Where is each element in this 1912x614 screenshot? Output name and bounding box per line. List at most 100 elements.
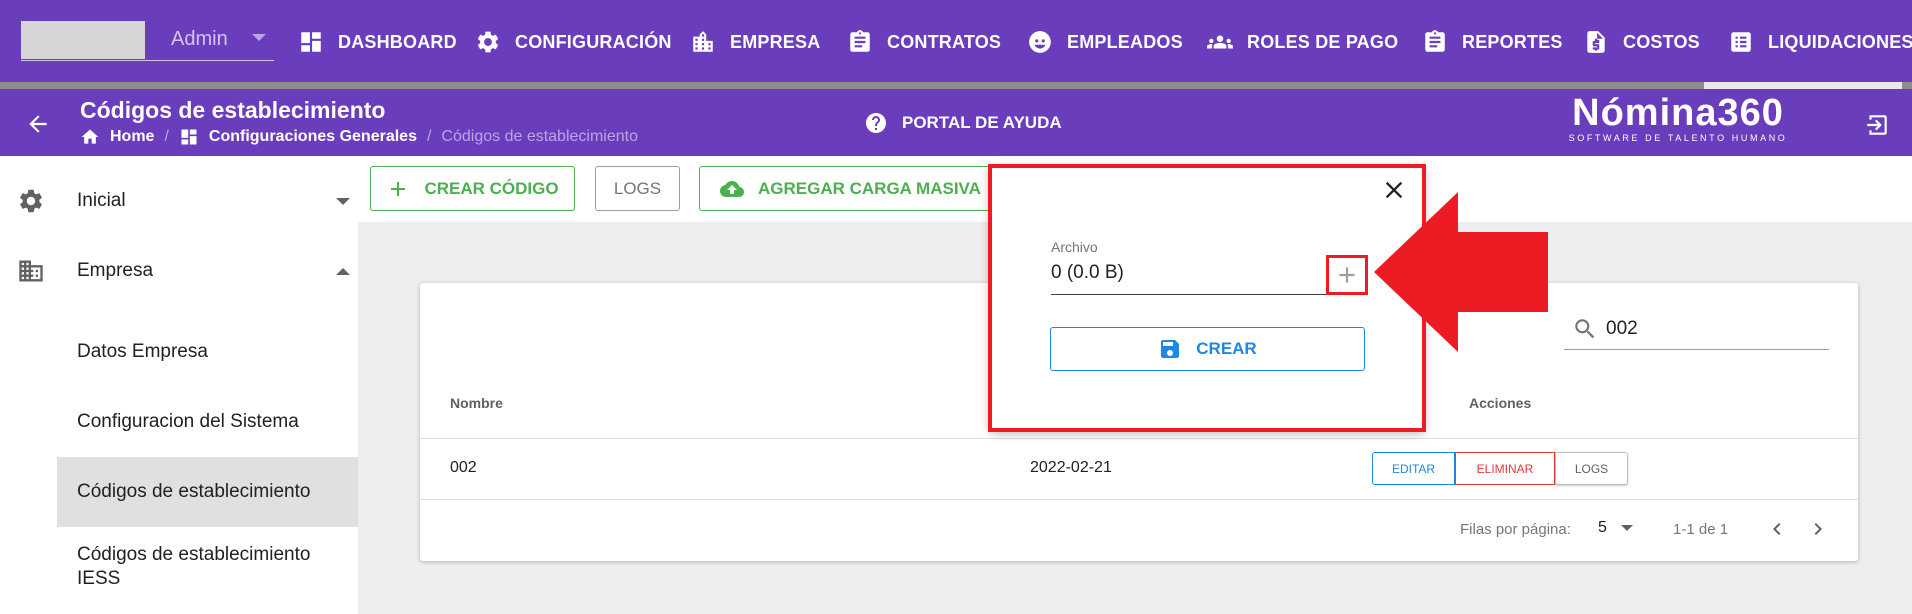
nav-contratos[interactable]: CONTRATOS <box>847 24 1001 60</box>
clipboard-icon <box>850 30 870 52</box>
page-header: Códigos de establecimiento Home / Config… <box>0 89 1912 156</box>
nav-costos[interactable]: COSTOS <box>1583 24 1700 60</box>
sidebar-item-label: Configuracion del Sistema <box>77 411 299 432</box>
back-button[interactable] <box>25 111 51 137</box>
header-divider <box>420 438 1858 439</box>
brand-logo: Nómina360 SOFTWARE DE TALENTO HUMANO <box>1565 93 1791 143</box>
sidebar-group-label: Empresa <box>77 260 154 281</box>
gear-icon <box>477 31 499 53</box>
nav-dashboard[interactable]: DASHBOARD <box>298 24 457 60</box>
help-icon <box>866 113 886 133</box>
help-portal-link[interactable]: PORTAL DE AYUDA <box>864 111 1062 135</box>
logout-button[interactable] <box>1864 112 1890 138</box>
nav-label: ROLES DE PAGO <box>1247 31 1399 52</box>
plus-icon <box>1339 267 1355 283</box>
nav-label: EMPRESA <box>730 31 821 52</box>
file-field-label: Archivo <box>1051 239 1098 255</box>
logout-icon <box>1867 115 1887 135</box>
rows-per-page-select[interactable]: 5 <box>1598 519 1633 537</box>
next-page-button[interactable] <box>1806 517 1830 541</box>
sidebar-item-codigos-iess[interactable]: Códigos de establecimiento IESS <box>57 532 358 602</box>
cell-date: 2022-02-21 <box>1030 459 1112 476</box>
sidebar: Inicial Empresa Datos Empresa Configurac… <box>0 156 358 614</box>
create-code-label: CREAR CÓDIGO <box>424 178 559 198</box>
file-field-underline <box>1051 294 1331 295</box>
avatar <box>21 21 145 59</box>
bulk-upload-label: AGREGAR CARGA MASIVA <box>758 178 981 198</box>
sidebar-item-label: Códigos de establecimiento IESS <box>77 544 311 589</box>
logs-button[interactable]: LOGS <box>595 166 680 211</box>
column-header-name[interactable]: Nombre <box>450 395 503 411</box>
delete-button[interactable]: ELIMINAR <box>1455 452 1555 485</box>
cloud-upload-icon <box>720 180 744 197</box>
help-portal-label: PORTAL DE AYUDA <box>902 113 1062 132</box>
row-actions: EDITAR ELIMINAR LOGS <box>1372 452 1628 485</box>
create-button[interactable]: CREAR <box>1050 327 1365 371</box>
nav-empleados[interactable]: EMPLEADOS <box>1027 24 1183 60</box>
nav-label: COSTOS <box>1623 31 1700 52</box>
breadcrumb-current: Códigos de establecimiento <box>441 128 638 145</box>
plus-icon <box>391 181 406 196</box>
sidebar-item-label: Códigos de establecimiento <box>77 481 311 502</box>
chevron-left-icon <box>1773 523 1781 535</box>
nav-liquidaciones[interactable]: LIQUIDACIONES <box>1728 24 1912 60</box>
breadcrumb-separator: / <box>426 128 432 145</box>
nav-active-indicator <box>1704 82 1902 89</box>
create-button-label: CREAR <box>1196 339 1257 358</box>
nav-configuracion[interactable]: CONFIGURACIÓN <box>475 24 672 60</box>
nav-roles-de-pago[interactable]: ROLES DE PAGO <box>1207 24 1398 60</box>
page-title: Códigos de establecimiento <box>80 97 386 123</box>
add-file-button[interactable] <box>1326 255 1368 295</box>
search-field[interactable] <box>1564 308 1829 350</box>
search-input[interactable] <box>1606 317 1806 340</box>
pointer-arrow-icon <box>1374 192 1548 352</box>
row-divider <box>420 499 1858 500</box>
column-header-actions: Acciones <box>1469 395 1532 411</box>
home-icon <box>81 129 99 144</box>
nav-reportes[interactable]: REPORTES <box>1422 24 1563 60</box>
sidebar-group-inicial[interactable]: Inicial <box>0 173 358 229</box>
gear-icon <box>17 187 45 215</box>
save-icon <box>1161 340 1180 358</box>
top-navigation: Admin DASHBOARD CONFIGURACIÓN EMPRESA CO… <box>0 0 1912 82</box>
cost-document-icon <box>1587 31 1605 53</box>
edit-button[interactable]: EDITAR <box>1372 452 1455 485</box>
nav-indicator-track <box>0 82 1912 89</box>
rows-per-page-label: Filas por página: <box>1460 521 1571 538</box>
chevron-down-icon <box>336 197 350 205</box>
logo-tagline: SOFTWARE DE TALENTO HUMANO <box>1568 133 1788 143</box>
breadcrumb-separator: / <box>164 128 169 145</box>
face-icon <box>1029 31 1051 53</box>
row-logs-button[interactable]: LOGS <box>1555 452 1628 485</box>
sidebar-item-configuracion-sistema[interactable]: Configuracion del Sistema <box>57 402 358 442</box>
clipboard-icon <box>1425 30 1445 52</box>
cell-name: 002 <box>450 459 477 476</box>
sidebar-group-label: Inicial <box>77 190 126 211</box>
create-code-button[interactable]: CREAR CÓDIGO <box>370 166 575 211</box>
breadcrumb-parent[interactable]: Configuraciones Generales <box>179 127 417 147</box>
sidebar-group-empresa[interactable]: Empresa <box>0 243 358 299</box>
user-menu[interactable]: Admin <box>21 21 274 61</box>
search-icon <box>1575 318 1595 338</box>
breadcrumb-home-label: Home <box>110 128 155 145</box>
user-name: Admin <box>171 28 228 50</box>
logs-label: LOGS <box>613 178 662 198</box>
dashboard-icon <box>181 129 197 145</box>
bulk-upload-button[interactable]: AGREGAR CARGA MASIVA <box>699 166 999 211</box>
chevron-up-icon <box>336 267 350 275</box>
prev-page-button[interactable] <box>1765 517 1789 541</box>
sidebar-item-codigos-establecimiento[interactable]: Códigos de establecimiento <box>57 457 358 527</box>
nav-label: CONFIGURACIÓN <box>515 31 672 52</box>
building-icon <box>693 31 713 52</box>
chevron-down-icon <box>252 34 266 41</box>
nav-empresa[interactable]: EMPRESA <box>690 24 820 60</box>
file-field-value[interactable]: 0 (0.0 B) <box>1051 262 1124 284</box>
dashboard-icon <box>301 32 321 52</box>
breadcrumb-home[interactable]: Home <box>80 127 154 147</box>
sidebar-item-label: Datos Empresa <box>77 341 208 362</box>
nav-label: EMPLEADOS <box>1067 31 1183 52</box>
building-icon <box>17 257 45 285</box>
sidebar-item-datos-empresa[interactable]: Datos Empresa <box>57 332 358 372</box>
chevron-right-icon <box>1814 523 1822 535</box>
list-icon <box>1731 32 1751 52</box>
